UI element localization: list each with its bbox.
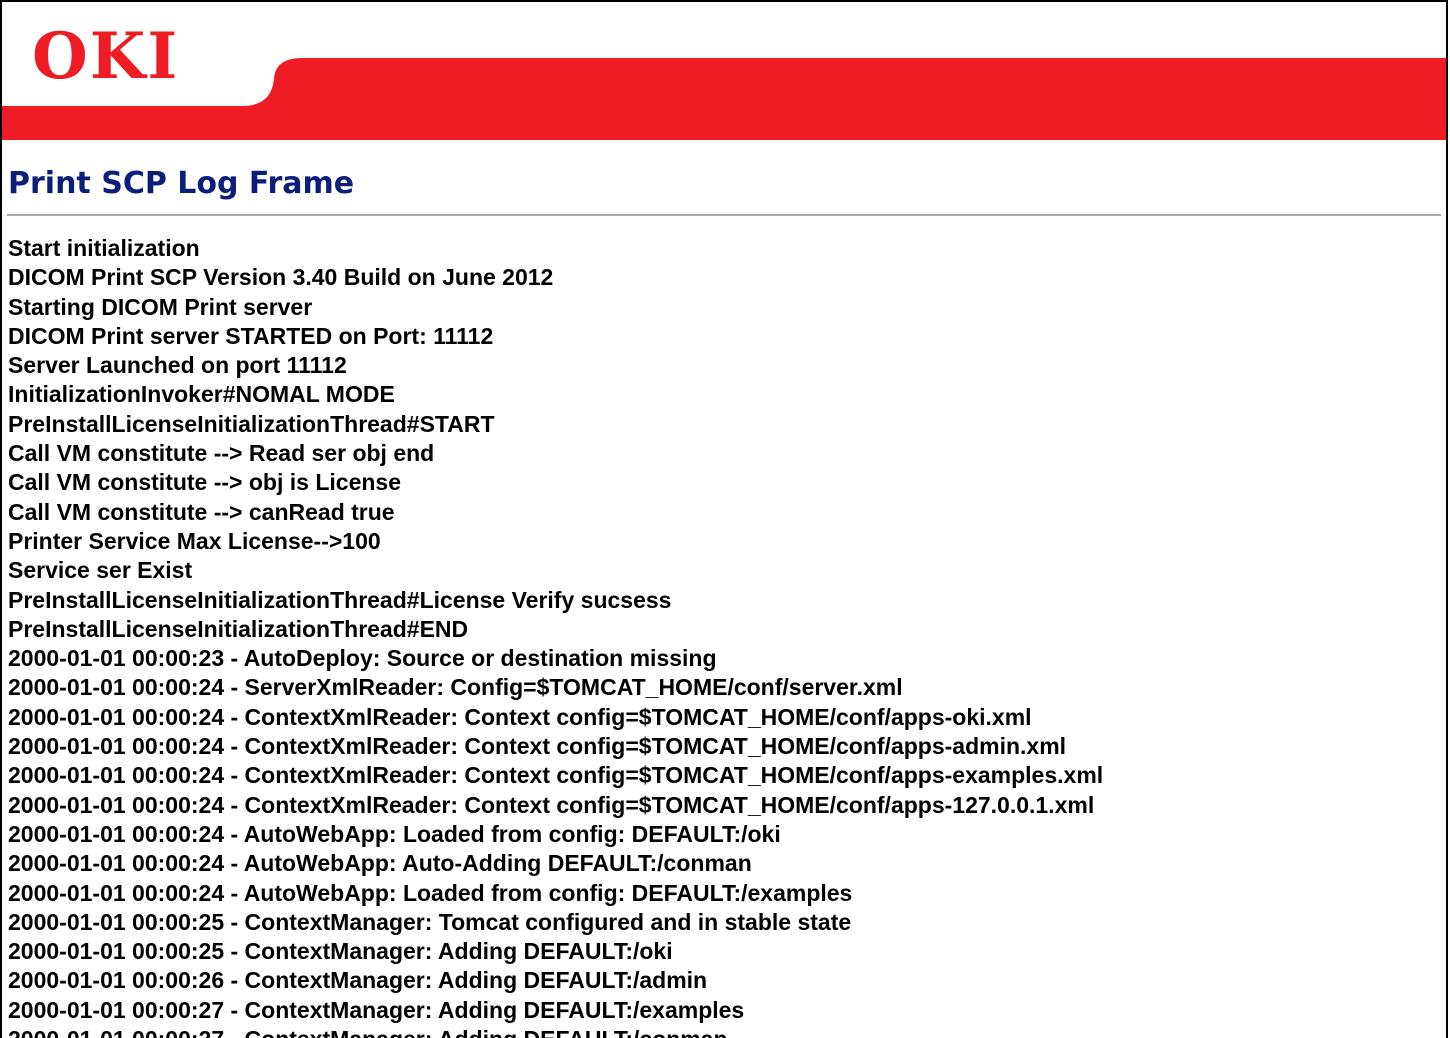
log-line: Starting DICOM Print server xyxy=(8,293,313,320)
log-line: 2000-01-01 00:00:24 - AutoWebApp: Auto-A… xyxy=(8,850,752,877)
log-line: 2000-01-01 00:00:24 - ContextXmlReader: … xyxy=(8,703,1032,730)
page-title: Print SCP Log Frame xyxy=(8,166,355,201)
log-line: DICOM Print server STARTED on Port: 1111… xyxy=(8,322,494,349)
log-lines: Start initialization DICOM Print SCP Vers… xyxy=(8,234,1103,1038)
log-line: Call VM constitute --> canRead true xyxy=(8,498,395,525)
log-line: PreInstallLicenseInitializationThread#EN… xyxy=(8,615,469,642)
log-line: DICOM Print SCP Version 3.40 Build on Ju… xyxy=(8,264,554,291)
log-line: Call VM constitute --> Read ser obj end xyxy=(8,440,435,467)
log-line: Printer Service Max License-->100 xyxy=(8,527,381,554)
log-line: 2000-01-01 00:00:27 - ContextManager: Ad… xyxy=(8,996,745,1023)
log-line: Call VM constitute --> obj is License xyxy=(8,469,401,496)
banner-graphic: OKI xyxy=(2,19,1446,140)
log-line: PreInstallLicenseInitializationThread#ST… xyxy=(8,410,495,437)
log-line: InitializationInvoker#NOMAL MODE xyxy=(8,381,395,408)
red-banner-bar xyxy=(2,58,1446,140)
log-line: 2000-01-01 00:00:25 - ContextManager: Ad… xyxy=(8,938,673,965)
log-line: 2000-01-01 00:00:26 - ContextManager: Ad… xyxy=(8,967,708,994)
log-line: Service ser Exist xyxy=(8,557,193,584)
log-line: 2000-01-01 00:00:24 - ServerXmlReader: C… xyxy=(8,674,903,701)
log-frame-window: OKI Print SCP Log Frame Start initializa… xyxy=(0,0,1448,1038)
log-line: 2000-01-01 00:00:24 - AutoWebApp: Loaded… xyxy=(8,879,853,906)
log-line: Server Launched on port 11112 xyxy=(8,352,347,379)
log-line: 2000-01-01 00:00:23 - AutoDeploy: Source… xyxy=(8,645,717,672)
log-line: 2000-01-01 00:00:24 - ContextXmlReader: … xyxy=(8,762,1104,789)
oki-logo: OKI xyxy=(32,19,179,94)
log-line: Start initialization xyxy=(8,235,200,261)
title-divider xyxy=(7,214,1441,216)
log-line: 2000-01-01 00:00:24 - ContextXmlReader: … xyxy=(8,791,1095,818)
log-line: PreInstallLicenseInitializationThread#Li… xyxy=(8,586,672,613)
header-banner: OKI xyxy=(2,2,1446,142)
log-line: 2000-01-01 00:00:24 - ContextXmlReader: … xyxy=(8,733,1067,760)
log-line: 2000-01-01 00:00:27 - ContextManager: Ad… xyxy=(8,1025,1103,1038)
log-line: 2000-01-01 00:00:25 - ContextManager: To… xyxy=(8,908,852,935)
log-line: 2000-01-01 00:00:24 - AutoWebApp: Loaded… xyxy=(8,820,781,847)
